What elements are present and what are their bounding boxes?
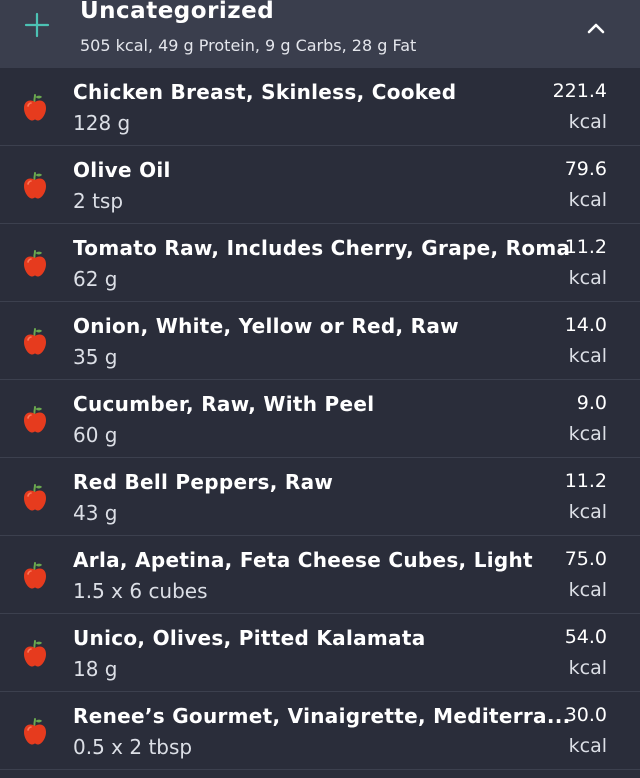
group-title: Uncategorized xyxy=(80,0,275,24)
calorie-unit: kcal xyxy=(568,111,607,133)
food-item-row[interactable]: Red Bell Peppers, Raw 43 g 11.2 kcal xyxy=(0,458,640,536)
apple-icon xyxy=(22,326,48,356)
food-calories: 221.4 xyxy=(552,80,607,102)
food-item-row[interactable]: Onion, White, Yellow or Red, Raw 35 g 14.0… xyxy=(0,302,640,380)
food-name: Onion, White, Yellow or Red, Raw xyxy=(73,314,459,338)
food-amount: 0.5 x 2 tbsp xyxy=(73,735,193,759)
food-amount: 62 g xyxy=(73,267,118,291)
apple-icon xyxy=(22,638,48,668)
food-name: Renee’s Gourmet, Vinaigrette, Mediterra.… xyxy=(73,704,571,728)
food-name: Tomato Raw, Includes Cherry, Grape, Roma xyxy=(73,236,571,260)
food-name: Red Bell Peppers, Raw xyxy=(73,470,334,494)
food-calories: 14.0 xyxy=(564,314,607,336)
calorie-unit: kcal xyxy=(568,657,607,679)
apple-icon xyxy=(22,404,48,434)
food-item-row[interactable]: Tomato Raw, Includes Cherry, Grape, Roma… xyxy=(0,224,640,302)
food-calories: 75.0 xyxy=(564,548,607,570)
food-amount: 60 g xyxy=(73,423,118,447)
food-item-row[interactable]: Arla, Apetina, Feta Cheese Cubes, Light 1… xyxy=(0,536,640,614)
food-amount: 128 g xyxy=(73,111,131,135)
food-name: Cucumber, Raw, With Peel xyxy=(73,392,375,416)
calorie-unit: kcal xyxy=(568,189,607,211)
apple-icon xyxy=(22,92,48,122)
apple-icon xyxy=(22,248,48,278)
apple-icon xyxy=(22,170,48,200)
group-header: Uncategorized 505 kcal, 49 g Protein, 9 … xyxy=(0,0,640,68)
food-item-row[interactable]: Unico, Olives, Pitted Kalamata 18 g 54.0 kc… xyxy=(0,614,640,692)
chevron-up-icon[interactable] xyxy=(584,18,608,38)
calorie-unit: kcal xyxy=(568,345,607,367)
food-name: Olive Oil xyxy=(73,158,171,182)
calorie-unit: kcal xyxy=(568,423,607,445)
plus-icon[interactable] xyxy=(22,10,52,40)
food-amount: 2 tsp xyxy=(73,189,124,213)
food-item-row[interactable]: Renee’s Gourmet, Vinaigrette, Mediterra.… xyxy=(0,692,640,770)
food-list: Chicken Breast, Skinless, Cooked 128 g 221… xyxy=(0,68,640,770)
group-summary: 505 kcal, 49 g Protein, 9 g Carbs, 28 g … xyxy=(80,36,417,55)
food-amount: 43 g xyxy=(73,501,118,525)
apple-icon xyxy=(22,560,48,590)
food-name: Unico, Olives, Pitted Kalamata xyxy=(73,626,426,650)
food-amount: 1.5 x 6 cubes xyxy=(73,579,208,603)
apple-icon xyxy=(22,482,48,512)
food-amount: 18 g xyxy=(73,657,118,681)
calorie-unit: kcal xyxy=(568,267,607,289)
food-item-row[interactable]: Chicken Breast, Skinless, Cooked 128 g 221… xyxy=(0,68,640,146)
food-calories: 9.0 xyxy=(576,392,607,414)
food-name: Chicken Breast, Skinless, Cooked xyxy=(73,80,457,104)
food-amount: 35 g xyxy=(73,345,118,369)
food-calories: 11.2 xyxy=(564,470,607,492)
food-item-row[interactable]: Cucumber, Raw, With Peel 60 g 9.0 kcal xyxy=(0,380,640,458)
food-calories: 54.0 xyxy=(564,626,607,648)
calorie-unit: kcal xyxy=(568,735,607,757)
food-item-row[interactable]: Olive Oil 2 tsp 79.6 kcal xyxy=(0,146,640,224)
apple-icon xyxy=(22,716,48,746)
food-name: Arla, Apetina, Feta Cheese Cubes, Light xyxy=(73,548,533,572)
food-calories: 79.6 xyxy=(564,158,607,180)
food-calories: 30.0 xyxy=(564,704,607,726)
calorie-unit: kcal xyxy=(568,579,607,601)
calorie-unit: kcal xyxy=(568,501,607,523)
food-calories: 11.2 xyxy=(564,236,607,258)
